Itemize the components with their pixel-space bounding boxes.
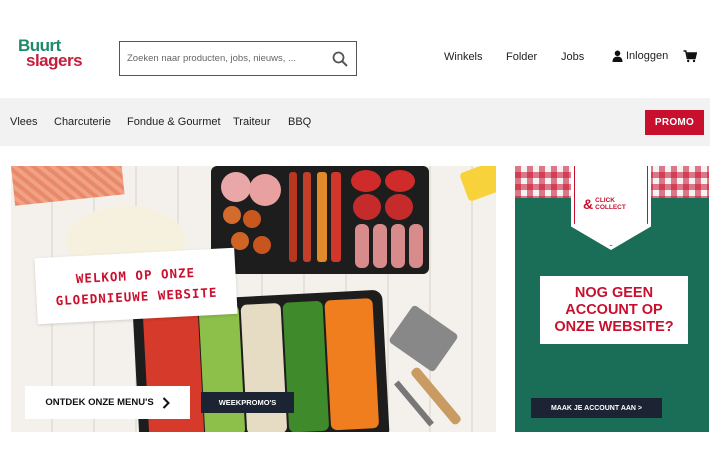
logo-line-2: slagers <box>26 51 83 70</box>
bbq-tray-image <box>211 166 429 274</box>
nav-jobs-link[interactable]: Jobs <box>561 51 584 63</box>
site-header: Buurt slagers Zoeken naar producten, job… <box>0 0 710 98</box>
category-charcuterie[interactable]: Charcuterie <box>54 116 111 128</box>
collect-label: COLLECT <box>595 204 626 211</box>
discover-menus-label: ONTDEK ONZE MENU'S <box>45 397 154 408</box>
click-collect-text: CLICK COLLECT <box>595 197 626 211</box>
search-icon[interactable] <box>332 51 348 67</box>
category-traiteur[interactable]: Traiteur <box>233 116 271 128</box>
napkin-decoration <box>11 166 125 206</box>
yellow-decoration <box>459 166 496 202</box>
login-label: Inloggen <box>626 50 669 62</box>
spatula-handle-image <box>409 365 463 427</box>
create-account-button[interactable]: MAAK JE ACCOUNT AAN > <box>531 398 662 418</box>
weekpromos-button[interactable]: WEEKPROMO'S <box>201 392 294 413</box>
category-vlees[interactable]: Vlees <box>10 116 38 128</box>
search-box[interactable]: Zoeken naar producten, jobs, nieuws, ... <box>119 41 357 76</box>
user-icon <box>612 50 623 62</box>
brand-logo[interactable]: Buurt slagers <box>18 37 83 70</box>
page: Buurt slagers Zoeken naar producten, job… <box>0 0 710 470</box>
headline-line-2: ACCOUNT OP <box>565 301 663 318</box>
category-bbq[interactable]: BBQ <box>288 116 311 128</box>
promo-button[interactable]: PROMO <box>645 110 704 135</box>
headline-line-3: ONZE WEBSITE? <box>554 318 674 335</box>
welcome-line-1: WELKOM OP ONZE <box>75 264 196 287</box>
welcome-card: WELKOM OP ONZE GLOEDNIEUWE WEBSITE <box>34 247 238 325</box>
account-headline-box: NOG GEEN ACCOUNT OP ONZE WEBSITE? <box>540 276 688 344</box>
nav-stores-link[interactable]: Winkels <box>444 51 483 63</box>
discover-menus-button[interactable]: ONTDEK ONZE MENU'S <box>25 386 190 419</box>
ampersand-icon: & <box>583 196 594 212</box>
login-link[interactable]: Inloggen <box>612 50 668 62</box>
search-placeholder: Zoeken naar producten, jobs, nieuws, ... <box>127 53 296 64</box>
category-fondue-gourmet[interactable]: Fondue & Gourmet <box>127 116 221 128</box>
cart-icon[interactable] <box>683 50 697 63</box>
chevron-right-icon <box>162 396 170 409</box>
welcome-line-2: GLOEDNIEUWE WEBSITE <box>55 284 218 309</box>
click-collect-badge: & CLICK COLLECT <box>583 196 626 212</box>
category-bar: Vlees Charcuterie Fondue & Gourmet Trait… <box>0 98 710 146</box>
headline-line-1: NOG GEEN <box>574 284 654 301</box>
spatula-image <box>388 304 459 373</box>
click-label: CLICK <box>595 197 615 204</box>
nav-folder-link[interactable]: Folder <box>506 51 537 63</box>
